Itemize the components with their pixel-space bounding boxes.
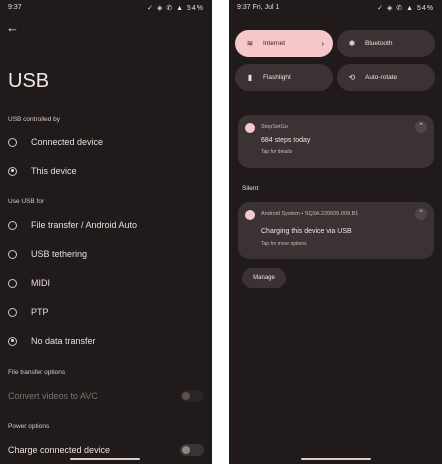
android-system-app-icon (245, 210, 255, 220)
status-bar: 9:37 ✓ ◈ ✆ ▲ 54% (0, 0, 212, 16)
option-this-device[interactable]: This device (8, 163, 77, 179)
convert-videos-label: Convert videos to AVC (8, 391, 98, 401)
charge-connected-device-label: Charge connected device (8, 445, 111, 455)
wifi-icon: ≋ (246, 39, 254, 48)
notification-app-name: StepSetGo (261, 124, 288, 130)
notification-shade-panel: 9:37 Fri, Jul 1 ✓ ◈ ✆ ▲ 54% ≋ Internet ›… (229, 0, 442, 464)
file-transfer-options-heading: File transfer options (8, 369, 66, 376)
chevron-up-icon[interactable]: ⌃ (415, 208, 427, 220)
charge-connected-device-row[interactable]: Charge connected device (8, 442, 204, 458)
status-icons: ✓ ◈ ✆ ▲ 54% (147, 5, 204, 12)
chevron-right-icon: › (321, 39, 324, 48)
use-usb-for-heading: Use USB for (8, 198, 45, 205)
notification-stepsetgo[interactable]: StepSetGo 684 steps today Tap for detail… (238, 115, 434, 168)
auto-rotate-icon: ⟲ (348, 73, 356, 82)
option-connected-device[interactable]: Connected device (8, 134, 103, 150)
stepsetgo-app-icon (245, 123, 255, 133)
gesture-bar (70, 458, 140, 460)
power-options-heading: Power options (8, 423, 50, 430)
option-midi[interactable]: MIDI (8, 275, 50, 291)
radio-icon[interactable] (8, 249, 17, 259)
radio-icon[interactable] (8, 307, 17, 317)
radio-icon[interactable] (8, 137, 17, 147)
option-no-data-transfer[interactable]: No data transfer (8, 333, 96, 349)
option-ptp[interactable]: PTP (8, 304, 49, 320)
charge-connected-device-toggle[interactable] (180, 444, 204, 456)
status-bar: 9:37 Fri, Jul 1 ✓ ◈ ✆ ▲ 54% (229, 0, 442, 16)
option-label: No data transfer (31, 336, 96, 346)
notification-title: 684 steps today (261, 137, 311, 144)
convert-videos-row: Convert videos to AVC (8, 388, 204, 404)
tile-bluetooth[interactable]: ✱ Bluetooth (337, 30, 435, 57)
status-icons: ✓ ◈ ✆ ▲ 54% (377, 5, 434, 12)
flashlight-icon: ▮ (247, 73, 253, 82)
tile-auto-rotate[interactable]: ⟲ Auto-rotate (337, 64, 435, 91)
notification-subtitle: Tap for details (261, 149, 293, 155)
chevron-up-icon[interactable]: ⌃ (415, 121, 427, 133)
usb-controlled-by-heading: USB controlled by (8, 116, 61, 123)
tile-label: Internet (263, 40, 286, 47)
silent-section-label: Silent (242, 185, 259, 192)
notification-title: Charging this device via USB (261, 228, 352, 235)
option-label: MIDI (31, 278, 50, 288)
option-label: Connected device (31, 137, 104, 147)
usb-settings-panel: 9:37 ✓ ◈ ✆ ▲ 54% ← USB USB controlled by… (0, 0, 212, 464)
manage-button[interactable]: Manage (242, 268, 286, 288)
page-title: USB (8, 70, 50, 92)
tile-label: Auto-rotate (365, 74, 398, 81)
tile-label: Bluetooth (365, 40, 393, 47)
arrow-back-icon[interactable]: ← (6, 20, 19, 35)
bluetooth-icon: ✱ (348, 39, 356, 48)
radio-icon[interactable] (8, 278, 17, 288)
notification-app-name: Android System • SQ3A.220605.009.B1 (261, 211, 359, 217)
option-file-transfer[interactable]: File transfer / Android Auto (8, 217, 137, 233)
gesture-bar (301, 458, 371, 460)
convert-videos-toggle (180, 390, 204, 402)
option-label: File transfer / Android Auto (31, 220, 138, 230)
option-label: This device (31, 166, 77, 176)
option-label: USB tethering (31, 249, 88, 259)
notification-android-system[interactable]: Android System • SQ3A.220605.009.B1 Char… (238, 202, 434, 259)
option-label: PTP (31, 307, 49, 317)
status-time: 9:37 (8, 4, 22, 11)
option-usb-tethering[interactable]: USB tethering (8, 246, 87, 262)
radio-selected-icon[interactable] (8, 336, 17, 346)
notification-subtitle: Tap for more options (261, 241, 307, 247)
radio-icon[interactable] (8, 220, 17, 230)
tile-flashlight[interactable]: ▮ Flashlight (235, 64, 333, 91)
tile-label: Flashlight (263, 74, 291, 81)
radio-selected-icon[interactable] (8, 166, 17, 176)
status-time-date: 9:37 Fri, Jul 1 (237, 4, 280, 11)
tile-internet[interactable]: ≋ Internet › (235, 30, 333, 57)
